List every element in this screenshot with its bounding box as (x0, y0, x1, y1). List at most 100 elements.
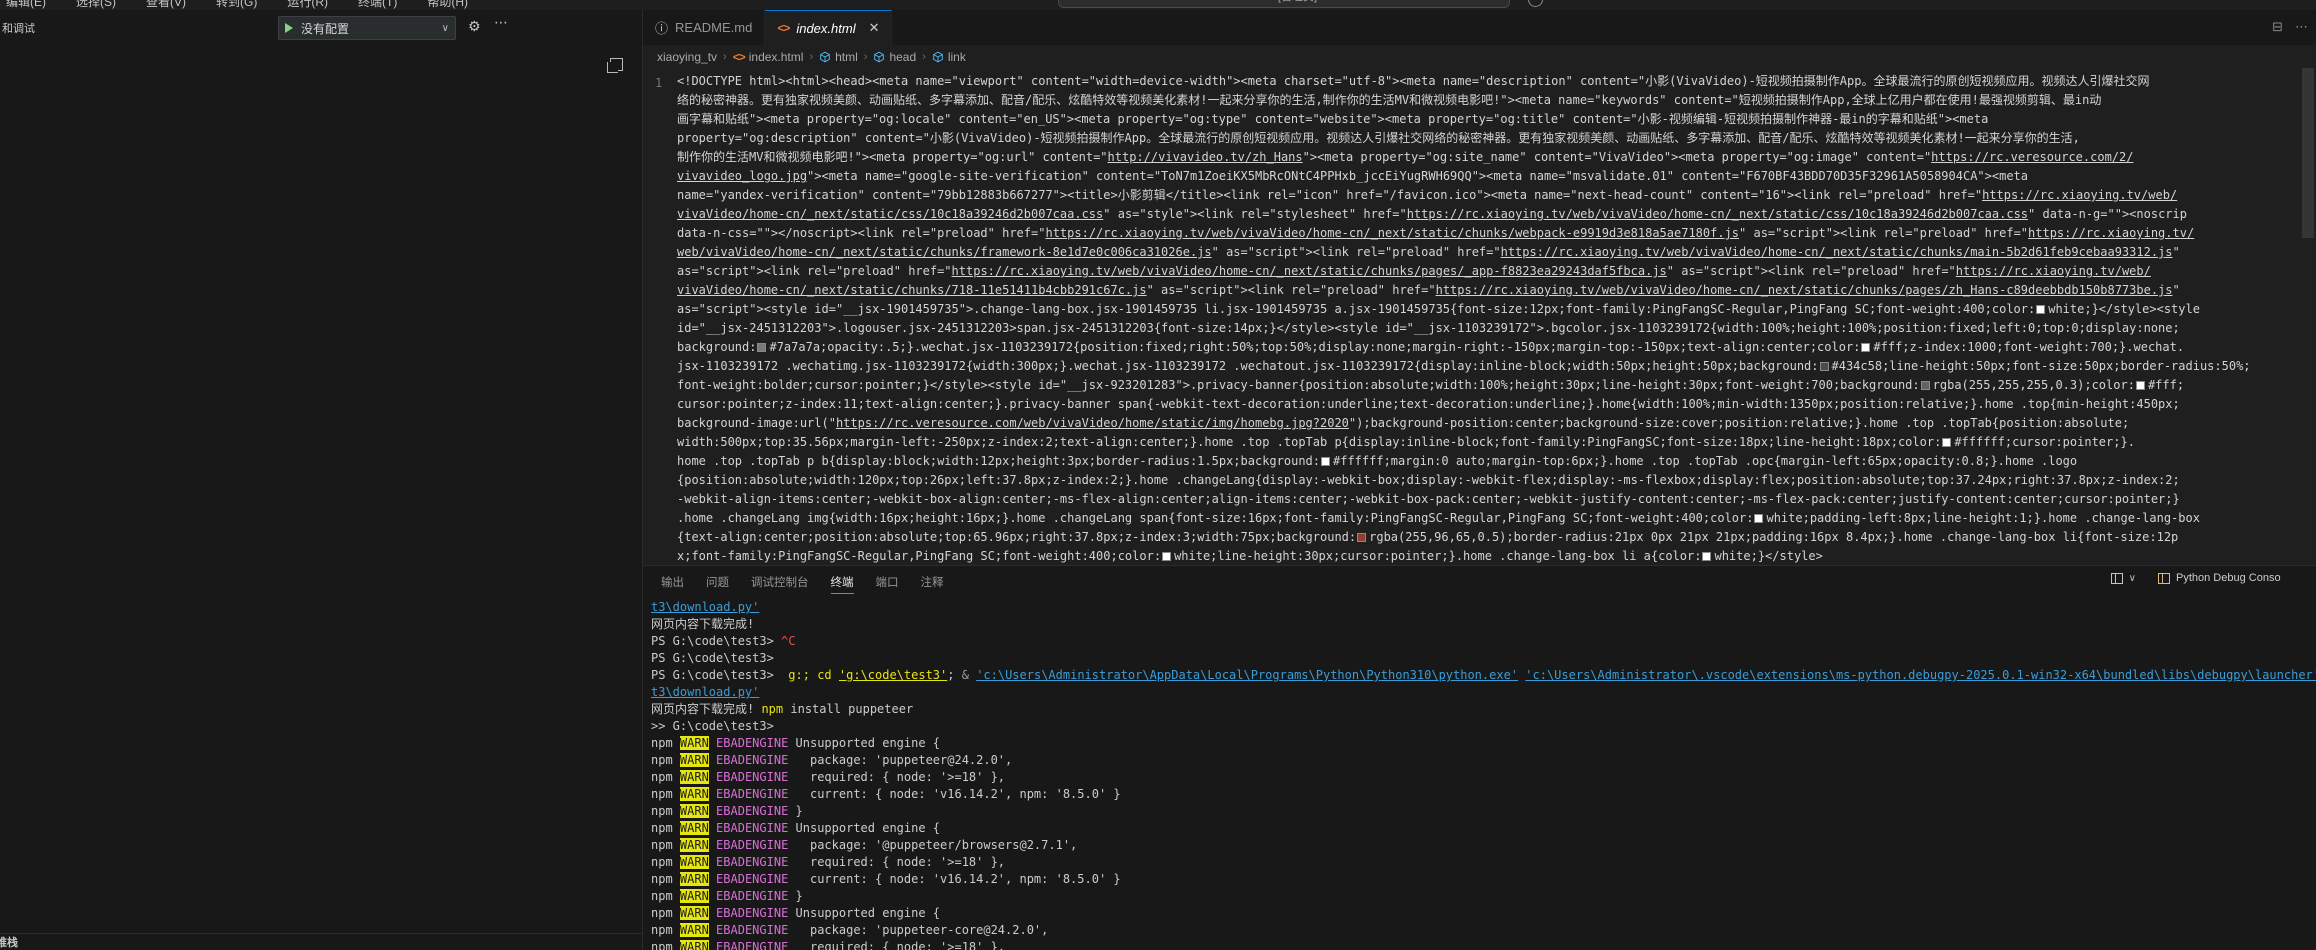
code-line[interactable]: as="script"><link rel="preload" href="ht… (677, 262, 2316, 281)
text-segment: " as="script"><link rel="preload" href=" (1739, 226, 2029, 240)
text-segment: {position:absolute;width:120px;top:26px;… (677, 473, 2180, 487)
color-swatch-icon (1920, 381, 1930, 390)
menu-item[interactable]: 转到(G) (214, 0, 259, 10)
text-segment: font-weight:bolder;cursor:pointer;}</sty… (677, 378, 1920, 392)
menu-item[interactable]: 运行(R) (285, 0, 330, 10)
text-segment: name="yandex-verification" content="79bb… (677, 188, 1983, 202)
code-line[interactable]: -webkit-align-items:center;-webkit-box-a… (677, 490, 2316, 509)
breadcrumb-item-html[interactable]: html (819, 50, 858, 64)
panel-tab-调试控制台[interactable]: 调试控制台 (741, 568, 819, 595)
code-line[interactable]: jsx-1103239172 .wechatimg.jsx-1103239172… (677, 357, 2316, 376)
split-editor-icon[interactable]: ⊟ (2272, 19, 2283, 35)
text-segment: "><meta name="google-site-verification" … (807, 169, 2029, 183)
panel-tab-输出[interactable]: 输出 (651, 568, 694, 595)
panel-tab-问题[interactable]: 问题 (696, 568, 739, 595)
code-line[interactable]: <!DOCTYPE html><html><head><meta name="v… (677, 72, 2316, 91)
text-segment: https://rc.veresource.com/2/ (1931, 150, 2134, 164)
panel-tab-注释[interactable]: 注释 (911, 568, 954, 595)
panel-tab-端口[interactable]: 端口 (866, 568, 909, 595)
text-segment: WARN (679, 872, 709, 886)
terminal-output[interactable]: t3\download.py' 网页内容下载完成! PS G:\code\test3… (643, 596, 2316, 950)
panel-tab-终端[interactable]: 终端 (821, 568, 864, 595)
code-line[interactable]: vivavideo_logo.jpg"><meta name="google-s… (677, 167, 2316, 186)
terminal-line: npm WARN EBADENGINE package: 'puppeteer@… (651, 752, 2316, 769)
text-segment: EBADENGINE (716, 787, 789, 801)
menu-item[interactable]: 终端(T) (356, 0, 399, 10)
menu-item[interactable]: 帮助(H) (425, 0, 470, 10)
code-editor[interactable]: 1 <!DOCTYPE html><html><head><meta name=… (643, 68, 2316, 565)
start-debug-icon[interactable] (285, 23, 293, 33)
color-swatch-icon (1702, 552, 1712, 561)
breadcrumb-item-link[interactable]: link (932, 50, 966, 64)
text-segment: npm (651, 906, 680, 920)
color-swatch-icon (1357, 533, 1367, 542)
color-swatch-icon (1754, 514, 1764, 523)
titlebar-settings-icon[interactable] (1528, 0, 1543, 7)
text-segment: 'c:\Users\Administrator\.vscode\extensio… (1525, 668, 2316, 682)
tab-readme-md[interactable]: ⓘ README.md (643, 10, 766, 45)
text-segment: WARN (679, 770, 709, 784)
command-center-search[interactable]: test3 [管理员] (1058, 0, 1510, 8)
text-segment: WARN (679, 906, 709, 920)
code-line[interactable]: web/vivaVideo/home-cn/_next/static/chunk… (677, 243, 2316, 262)
call-stack-section-label[interactable]: 堆栈 (0, 934, 18, 950)
code-line[interactable]: .home .changeLang img{width:16px;height:… (677, 509, 2316, 528)
text-segment: EBADENGINE (716, 753, 789, 767)
close-icon[interactable]: ✕ (869, 20, 880, 36)
text-segment: WARN (679, 736, 709, 750)
code-line[interactable]: data-n-css=""></noscript><link rel="prel… (677, 224, 2316, 243)
code-line[interactable]: {text-align:center;position:absolute;top… (677, 528, 2316, 547)
text-segment: package: 'puppeteer-core@24.2.0', (788, 923, 1049, 937)
code-line[interactable]: cursor:pointer;z-index:11;text-align:cen… (677, 395, 2316, 414)
text-segment: " as="script"><link rel="preload" href=" (1666, 264, 1956, 278)
text-segment: Unsupported engine { (788, 821, 941, 835)
text-segment: ");background-position:center;background… (1348, 416, 2130, 430)
terminal-chevron-down-icon[interactable]: ∨ (2129, 573, 2136, 584)
breadcrumb-separator: › (809, 50, 814, 63)
tab-index-html[interactable]: <> index.html ✕ (765, 10, 893, 45)
text-segment: #434c58;line-height:50px;font-size:50px;… (1831, 359, 2251, 373)
text-segment: white;line-height:30px;cursor:pointer;}.… (1174, 549, 1702, 563)
terminal-line: npm WARN EBADENGINE required: { node: '>… (651, 939, 2316, 950)
title-bar: 编辑(E) 选择(S) 查看(V) 转到(G) 运行(R) 终端(T) 帮助(H) test… (0, 0, 2316, 10)
code-line[interactable]: 制作你的生活MV和微视频电影吧!"><meta property="og:url… (677, 148, 2316, 167)
editor-scrollbar[interactable] (2302, 68, 2314, 238)
editor-more-actions-icon[interactable]: ⋯ (2295, 19, 2308, 35)
code-line[interactable]: font-weight:bolder;cursor:pointer;}</sty… (677, 376, 2316, 395)
code-line[interactable]: property="og:description" content="小影(Vi… (677, 129, 2316, 148)
launch-config-dropdown[interactable]: 没有配置 ∨ (278, 16, 456, 40)
color-swatch-icon (2036, 305, 2046, 314)
text-segment: npm (651, 787, 680, 801)
breadcrumb-item-index-html[interactable]: <> index.html (733, 50, 804, 64)
code-line[interactable]: home .top .topTab p b{display:block;widt… (677, 452, 2316, 471)
text-segment: npm (651, 753, 680, 767)
breadcrumb-item-xiaoying-tv[interactable]: xiaoying_tv (657, 50, 717, 64)
text-segment: npm (651, 889, 680, 903)
split-terminal-icon[interactable] (2110, 572, 2123, 584)
duplicate-view-icon[interactable] (607, 58, 623, 73)
code-line[interactable]: vivaVideo/home-cn/_next/static/css/10c18… (677, 205, 2316, 224)
text-segment: install puppeteer (783, 702, 914, 716)
code-line[interactable]: 络的秘密神器。更有独家视频美颜、动画贴纸、多字幕添加、配音/配乐、炫酷特效等视频… (677, 91, 2316, 110)
text-segment: vivaVideo/home-cn/_next/static/chunks/71… (677, 283, 1147, 297)
text-segment: #fff;z-index:1000;font-weight:700;}.wech… (1873, 340, 2185, 354)
gear-icon[interactable]: ⚙ (468, 19, 481, 33)
code-line[interactable]: background: #7a7a7a;opacity:.5;}.wechat.j… (677, 338, 2316, 357)
breadcrumb-item-head[interactable]: head (873, 50, 916, 64)
code-line[interactable]: as="script"><style id="__jsx-1901459735"… (677, 300, 2316, 319)
code-line[interactable]: name="yandex-verification" content="79bb… (677, 186, 2316, 205)
workbench: 和调试 没有配置 ∨ ⚙ ⋯ 堆栈 ⓘ README.md <> index.h… (0, 10, 2316, 950)
code-line[interactable]: background-image:url("https://rc.veresou… (677, 414, 2316, 433)
menu-item[interactable]: 编辑(E) (4, 0, 48, 10)
code-line[interactable]: x;font-family:PingFangSC-Regular,PingFan… (677, 547, 2316, 565)
chevron-down-icon: ∨ (441, 22, 449, 34)
code-line[interactable]: id="__jsx-2451312203">.logouser.jsx-2451… (677, 319, 2316, 338)
terminal-list-item[interactable]: Python Debug Conso (2158, 572, 2308, 584)
code-line[interactable]: 画字幕和贴纸"><meta property="og:locale" conte… (677, 110, 2316, 129)
menu-item[interactable]: 查看(V) (144, 0, 188, 10)
menu-item[interactable]: 选择(S) (74, 0, 118, 10)
code-line[interactable]: vivaVideo/home-cn/_next/static/chunks/71… (677, 281, 2316, 300)
more-actions-icon[interactable]: ⋯ (494, 14, 509, 31)
code-line[interactable]: {position:absolute;width:120px;top:26px;… (677, 471, 2316, 490)
code-line[interactable]: width:500px;top:35.56px;margin-left:-250… (677, 433, 2316, 452)
